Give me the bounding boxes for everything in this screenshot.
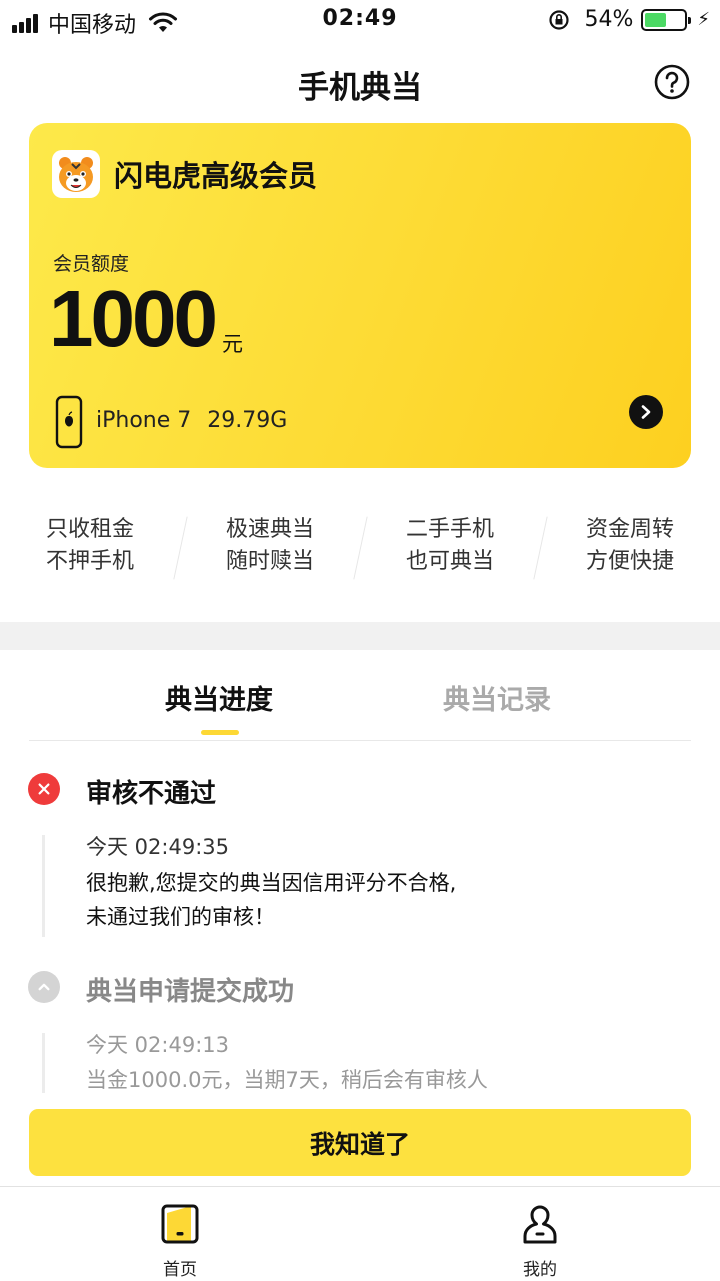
step-description-line: 很抱歉,您提交的典当因信用评分不合格, <box>86 871 457 895</box>
status-right: 54% ⚡ <box>548 7 710 32</box>
tab-bar: 典当进度 典当记录 <box>29 650 691 741</box>
close-icon <box>38 783 50 795</box>
home-phone-icon <box>161 1204 199 1244</box>
nav-mine[interactable]: 我的 <box>360 1187 720 1281</box>
status-bar: 中国移动 02:49 54% ⚡ <box>0 0 720 40</box>
feature-line: 方便快捷 <box>585 549 674 574</box>
member-card[interactable]: 闪电虎高级会员 会员额度 1000 元 iPhone 7 29.79G <box>29 123 691 468</box>
step-time: 今天 02:49:35 <box>86 835 229 859</box>
battery-icon <box>641 8 692 31</box>
nav-home[interactable]: 首页 <box>0 1187 360 1281</box>
card-detail-button[interactable] <box>629 395 663 429</box>
tab-pawn-progress[interactable]: 典当进度 <box>165 678 273 717</box>
timeline-line <box>42 835 45 937</box>
feature-line: 资金周转 <box>585 517 674 542</box>
step-description: 很抱歉,您提交的典当因信用评分不合格, 未通过我们的审核！ <box>86 866 456 934</box>
step-description: 当金1000.0元，当期7天，稍后会有审核人 <box>86 1068 488 1092</box>
feature-line: 只收租金 <box>45 517 134 542</box>
battery-percent: 54% <box>584 7 634 32</box>
help-icon[interactable] <box>654 64 690 100</box>
tab-pawn-records[interactable]: 典当记录 <box>443 678 551 717</box>
device-info: iPhone 7 29.79G <box>96 408 287 433</box>
charging-icon: ⚡ <box>697 9 710 30</box>
quota-amount: 1000 <box>49 274 218 363</box>
feature-line: 随时赎当 <box>225 549 314 574</box>
phone-icon <box>55 395 83 449</box>
error-status-icon <box>28 773 60 805</box>
device-storage: 29.79G <box>207 408 288 433</box>
user-icon <box>523 1205 557 1244</box>
nav-mine-label: 我的 <box>523 1260 557 1280</box>
chevron-right-icon <box>641 405 651 419</box>
feature-item: 二手手机 也可典当 <box>360 514 540 578</box>
timeline-line <box>42 1033 45 1093</box>
quota-unit: 元 <box>222 332 243 356</box>
title-bar: 手机典当 <box>0 40 720 120</box>
feature-item: 极速典当 随时赎当 <box>180 514 360 578</box>
bottom-nav: 首页 我的 <box>0 1186 720 1280</box>
step-time: 今天 02:49:13 <box>86 1033 229 1057</box>
feature-line: 极速典当 <box>225 517 314 542</box>
feature-item: 只收租金 不押手机 <box>0 514 180 578</box>
step-title-submitted: 典当申请提交成功 <box>86 977 295 1007</box>
feature-line: 不押手机 <box>45 549 134 574</box>
quota-label: 会员额度 <box>53 253 130 275</box>
step-description-line: 未通过我们的审核！ <box>86 905 275 929</box>
completed-status-icon <box>28 971 60 1003</box>
feature-line: 也可典当 <box>405 549 494 574</box>
chevron-up-icon <box>38 983 50 991</box>
nav-home-label: 首页 <box>163 1260 197 1280</box>
confirm-button[interactable]: 我知道了 <box>29 1109 691 1176</box>
feature-item: 资金周转 方便快捷 <box>540 514 720 578</box>
step-title-rejected: 审核不通过 <box>86 779 217 809</box>
feature-line: 二手手机 <box>405 517 494 542</box>
rotation-lock-icon <box>549 9 570 30</box>
member-level-title: 闪电虎高级会员 <box>114 159 318 193</box>
feature-list: 只收租金 不押手机 极速典当 随时赎当 二手手机 也可典当 资金周转 方便快捷 <box>0 514 720 584</box>
page-title: 手机典当 <box>298 70 422 106</box>
tiger-logo-icon <box>52 150 100 198</box>
section-separator <box>0 622 720 650</box>
tab-active-indicator <box>201 730 239 735</box>
device-model: iPhone 7 <box>96 408 192 433</box>
